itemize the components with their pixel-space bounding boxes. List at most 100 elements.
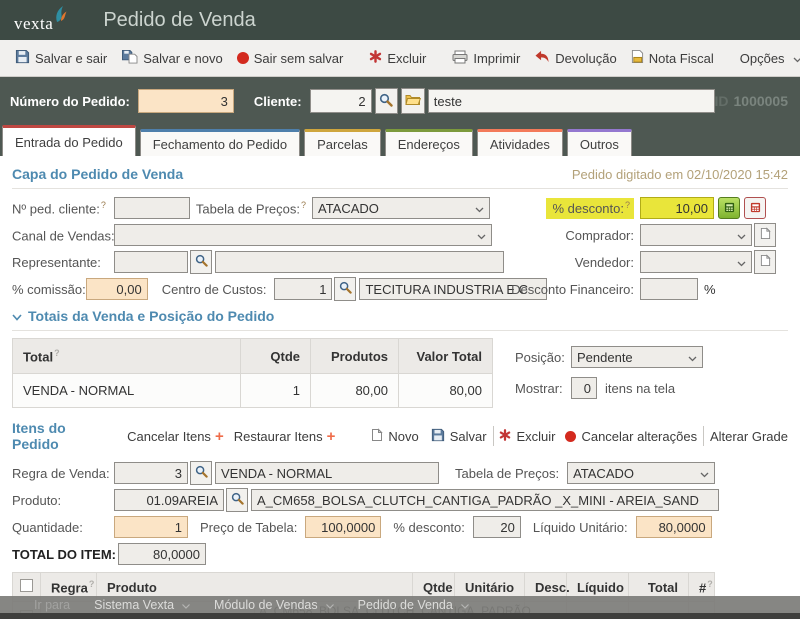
chevron-down-icon [737, 228, 746, 243]
order-number-input[interactable] [138, 89, 234, 113]
cancel-items-link[interactable]: Cancelar Itens [127, 429, 211, 444]
delete-button[interactable]: Excluir [362, 46, 433, 70]
form-row: % comissão: Centro de Custos: [12, 277, 504, 301]
restore-items-link[interactable]: Restaurar Itens [234, 429, 323, 444]
representante-name-input[interactable] [215, 251, 504, 273]
invoice-icon [631, 49, 644, 67]
print-button[interactable]: Imprimir [445, 46, 527, 71]
collapse-chevron-icon[interactable] [12, 308, 22, 324]
help-mark: ? [625, 200, 630, 210]
order-bar: Número do Pedido: Cliente: ID1000005 [0, 77, 800, 125]
representante-search-button[interactable] [190, 250, 212, 274]
client-search-button[interactable] [375, 88, 399, 114]
produto-code-input[interactable] [114, 489, 224, 511]
mostrar-label: Mostrar: [515, 381, 571, 396]
invoice-label: Nota Fiscal [649, 51, 714, 66]
tab-label: Atividades [490, 137, 550, 152]
num-ped-cliente-label: Nº ped. cliente:? [12, 200, 114, 216]
posicao-value: Pendente [577, 350, 688, 365]
tab-enderecos[interactable]: Endereços [385, 129, 473, 156]
preco-tabela-input[interactable] [305, 516, 381, 538]
item-tabela-precos-select[interactable]: ATACADO [567, 462, 715, 484]
representante-label: Representante: [12, 255, 114, 270]
tab-label: Entrada do Pedido [15, 135, 123, 150]
comissao-input[interactable] [86, 278, 148, 300]
desconto-input[interactable] [640, 197, 714, 219]
mostrar-input[interactable] [571, 377, 597, 399]
centro-custos-code-input[interactable] [274, 278, 332, 300]
tabela-precos-label: Tabela de Preços:? [190, 200, 306, 216]
tabela-precos-select[interactable]: ATACADO [312, 197, 490, 219]
preco-tabela-label: Preço de Tabela: [200, 520, 297, 535]
regra-venda-search-button[interactable] [190, 461, 212, 485]
tab-atividades[interactable]: Atividades [477, 129, 563, 156]
item-desconto-input[interactable] [473, 516, 521, 538]
save-and-new-button[interactable]: Salvar e novo [114, 45, 230, 71]
return-arrow-icon [534, 50, 550, 66]
go-to-label: Ir para [34, 598, 70, 612]
new-item-button[interactable]: Novo [371, 428, 418, 445]
tab-outros[interactable]: Outros [567, 129, 632, 156]
tab-fechamento-do-pedido[interactable]: Fechamento do Pedido [140, 129, 300, 156]
alter-grid-label: Alterar Grade [710, 429, 788, 444]
representante-code-input[interactable] [114, 251, 188, 273]
help-mark: ? [54, 348, 60, 358]
total-item-input[interactable] [118, 543, 206, 565]
regra-venda-name-input[interactable] [215, 462, 439, 484]
centro-custos-search-button[interactable] [334, 277, 356, 301]
order-number-label: Número do Pedido: [10, 94, 130, 109]
tab-parcelas[interactable]: Parcelas [304, 129, 381, 156]
produto-name-input[interactable] [251, 489, 719, 511]
page-title: Pedido de Venda [103, 9, 255, 32]
delete-item-button[interactable]: Excluir [499, 429, 555, 444]
tab-label: Outros [580, 137, 619, 152]
form-row: Vendedor: [510, 250, 788, 274]
return-button[interactable]: Devolução [527, 46, 623, 70]
nav-sistema-vexta[interactable]: Sistema Vexta [94, 598, 190, 612]
nav-pedido-venda[interactable]: Pedido de Venda [358, 598, 469, 612]
totais-data-row[interactable]: VENDA - NORMAL 1 80,00 80,00 [13, 374, 493, 408]
comprador-new-button[interactable] [754, 223, 776, 247]
cancel-changes-button[interactable]: Cancelar alterações [565, 429, 697, 444]
liquido-unitario-input[interactable] [636, 516, 712, 538]
save-and-exit-button[interactable]: Salvar e sair [8, 45, 114, 71]
save-and-new-label: Salvar e novo [143, 51, 223, 66]
print-label: Imprimir [473, 51, 520, 66]
client-open-button[interactable] [401, 88, 425, 114]
delete-item-label: Excluir [516, 429, 555, 444]
vendedor-select[interactable] [640, 251, 752, 273]
apply-discount-button[interactable] [718, 197, 740, 219]
total-tipo-cell: VENDA - NORMAL [13, 374, 241, 408]
nav-modulo-vendas[interactable]: Módulo de Vendas [214, 598, 334, 612]
total-qtde-cell: 1 [241, 374, 311, 408]
num-ped-cliente-input[interactable] [114, 197, 190, 219]
invoice-button[interactable]: Nota Fiscal [624, 45, 721, 71]
vexta-logo: vexta [14, 6, 67, 34]
itens-toolbar: Itens do Pedido Cancelar Itens+ Restaura… [12, 420, 788, 452]
options-button[interactable]: Opções [733, 47, 800, 70]
canal-vendas-select[interactable] [114, 224, 492, 246]
regra-venda-code-input[interactable] [114, 462, 188, 484]
save-icon [15, 49, 30, 67]
save-item-button[interactable]: Salvar [431, 428, 487, 445]
search-icon [339, 281, 352, 297]
tab-entrada-do-pedido[interactable]: Entrada do Pedido [2, 125, 136, 156]
centro-custos-label: Centro de Custos: [162, 282, 267, 297]
select-all-checkbox[interactable] [20, 579, 33, 592]
col-produtos: Produtos [311, 339, 399, 374]
posicao-select[interactable]: Pendente [571, 346, 703, 368]
posicao-label: Posição: [515, 350, 571, 365]
vendedor-new-button[interactable] [754, 250, 776, 274]
form-row: % desconto:? [510, 196, 788, 220]
exit-without-save-button[interactable]: Sair sem salvar [230, 47, 351, 70]
quantidade-input[interactable] [114, 516, 188, 538]
comprador-select[interactable] [640, 224, 752, 246]
totais-area: Total? Qtde Produtos Valor Total VENDA -… [12, 338, 788, 408]
alter-grid-button[interactable]: Alterar Grade [710, 429, 788, 444]
client-code-input[interactable] [310, 89, 372, 113]
desconto-financeiro-input[interactable] [640, 278, 698, 300]
clear-discount-button[interactable] [744, 197, 766, 219]
produto-search-button[interactable] [226, 488, 248, 512]
save-item-label: Salvar [450, 429, 487, 444]
client-name-input[interactable] [428, 89, 715, 113]
